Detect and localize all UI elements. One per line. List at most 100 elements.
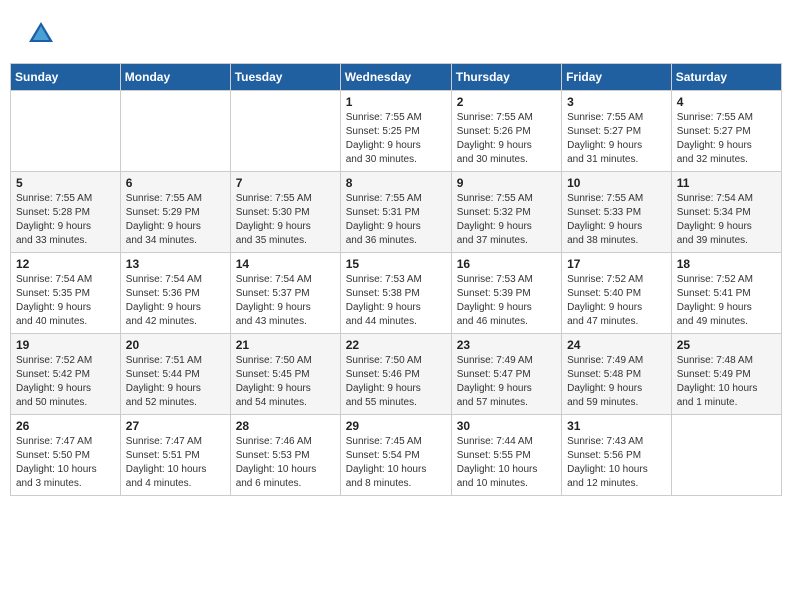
day-number: 6 (126, 176, 225, 190)
day-info: Sunrise: 7:52 AM Sunset: 5:40 PM Dayligh… (567, 273, 666, 329)
day-number: 12 (16, 257, 115, 271)
calendar-day-17: 17 Sunrise: 7:52 AM Sunset: 5:40 PM Dayli… (562, 253, 672, 334)
day-number: 5 (16, 176, 115, 190)
calendar-day-9: 9Sunrise: 7:55 AM Sunset: 5:32 PM Daylig… (451, 172, 561, 253)
calendar-day-10: 10 Sunrise: 7:55 AM Sunset: 5:33 PM Dayli… (562, 172, 672, 253)
day-header-friday: Friday (562, 64, 672, 91)
calendar-table: SundayMondayTuesdayWednesdayThursdayFrid… (10, 63, 782, 496)
day-number: 31 (567, 419, 666, 433)
day-info: Sunrise: 7:45 AM Sunset: 5:54 PM Dayligh… (346, 435, 446, 491)
calendar-day-26: 26 Sunrise: 7:47 AM Sunset: 5:50 PM Dayli… (11, 415, 121, 496)
day-header-thursday: Thursday (451, 64, 561, 91)
day-number: 11 (677, 176, 776, 190)
day-info: Sunrise: 7:49 AM Sunset: 5:47 PM Dayligh… (457, 354, 556, 410)
day-info: Sunrise: 7:51 AM Sunset: 5:44 PM Dayligh… (126, 354, 225, 410)
logo-icon (27, 20, 55, 48)
day-number: 2 (457, 95, 556, 109)
calendar-day-21: 21 Sunrise: 7:50 AM Sunset: 5:45 PM Dayli… (230, 334, 340, 415)
day-info: Sunrise: 7:44 AM Sunset: 5:55 PM Dayligh… (457, 435, 556, 491)
day-header-tuesday: Tuesday (230, 64, 340, 91)
day-number: 25 (677, 338, 776, 352)
day-info: Sunrise: 7:46 AM Sunset: 5:53 PM Dayligh… (236, 435, 335, 491)
day-number: 10 (567, 176, 666, 190)
page-header (10, 10, 782, 58)
day-number: 4 (677, 95, 776, 109)
calendar-day-29: 29 Sunrise: 7:45 AM Sunset: 5:54 PM Dayli… (340, 415, 451, 496)
day-info: Sunrise: 7:55 AM Sunset: 5:25 PM Dayligh… (346, 111, 446, 167)
calendar-day-8: 8Sunrise: 7:55 AM Sunset: 5:31 PM Daylig… (340, 172, 451, 253)
day-number: 21 (236, 338, 335, 352)
day-number: 16 (457, 257, 556, 271)
calendar-day-24: 24Sunrise: 7:49 AM Sunset: 5:48 PM Dayli… (562, 334, 672, 415)
calendar-day-2: 2 Sunrise: 7:55 AM Sunset: 5:26 PM Daylig… (451, 91, 561, 172)
calendar-empty-cell (120, 91, 230, 172)
day-number: 28 (236, 419, 335, 433)
calendar-day-23: 23Sunrise: 7:49 AM Sunset: 5:47 PM Dayli… (451, 334, 561, 415)
day-number: 7 (236, 176, 335, 190)
calendar-day-30: 30 Sunrise: 7:44 AM Sunset: 5:55 PM Dayli… (451, 415, 561, 496)
day-info: Sunrise: 7:54 AM Sunset: 5:34 PM Dayligh… (677, 192, 776, 248)
calendar-day-27: 27Sunrise: 7:47 AM Sunset: 5:51 PM Dayli… (120, 415, 230, 496)
calendar-day-19: 19 Sunrise: 7:52 AM Sunset: 5:42 PM Dayli… (11, 334, 121, 415)
day-info: Sunrise: 7:55 AM Sunset: 5:31 PM Dayligh… (346, 192, 446, 248)
calendar-week-row: 5 Sunrise: 7:55 AM Sunset: 5:28 PM Daylig… (11, 172, 782, 253)
day-number: 29 (346, 419, 446, 433)
calendar-day-1: 1 Sunrise: 7:55 AM Sunset: 5:25 PM Daylig… (340, 91, 451, 172)
day-info: Sunrise: 7:55 AM Sunset: 5:27 PM Dayligh… (677, 111, 776, 167)
calendar-day-7: 7 Sunrise: 7:55 AM Sunset: 5:30 PM Daylig… (230, 172, 340, 253)
day-number: 22 (346, 338, 446, 352)
calendar-day-12: 12 Sunrise: 7:54 AM Sunset: 5:35 PM Dayli… (11, 253, 121, 334)
calendar-day-11: 11 Sunrise: 7:54 AM Sunset: 5:34 PM Dayli… (671, 172, 781, 253)
day-number: 30 (457, 419, 556, 433)
day-header-monday: Monday (120, 64, 230, 91)
day-info: Sunrise: 7:55 AM Sunset: 5:29 PM Dayligh… (126, 192, 225, 248)
calendar-day-22: 22Sunrise: 7:50 AM Sunset: 5:46 PM Dayli… (340, 334, 451, 415)
day-number: 1 (346, 95, 446, 109)
day-info: Sunrise: 7:55 AM Sunset: 5:28 PM Dayligh… (16, 192, 115, 248)
day-number: 9 (457, 176, 556, 190)
day-number: 17 (567, 257, 666, 271)
day-info: Sunrise: 7:50 AM Sunset: 5:45 PM Dayligh… (236, 354, 335, 410)
day-number: 3 (567, 95, 666, 109)
day-number: 20 (126, 338, 225, 352)
calendar-header-row: SundayMondayTuesdayWednesdayThursdayFrid… (11, 64, 782, 91)
calendar-empty-cell (11, 91, 121, 172)
calendar-day-20: 20 Sunrise: 7:51 AM Sunset: 5:44 PM Dayli… (120, 334, 230, 415)
day-header-sunday: Sunday (11, 64, 121, 91)
calendar-day-25: 25 Sunrise: 7:48 AM Sunset: 5:49 PM Dayli… (671, 334, 781, 415)
day-header-saturday: Saturday (671, 64, 781, 91)
calendar-week-row: 12 Sunrise: 7:54 AM Sunset: 5:35 PM Dayli… (11, 253, 782, 334)
calendar-week-row: 1 Sunrise: 7:55 AM Sunset: 5:25 PM Daylig… (11, 91, 782, 172)
day-info: Sunrise: 7:52 AM Sunset: 5:42 PM Dayligh… (16, 354, 115, 410)
calendar-day-4: 4 Sunrise: 7:55 AM Sunset: 5:27 PM Daylig… (671, 91, 781, 172)
calendar-day-3: 3 Sunrise: 7:55 AM Sunset: 5:27 PM Daylig… (562, 91, 672, 172)
calendar-day-16: 16Sunrise: 7:53 AM Sunset: 5:39 PM Dayli… (451, 253, 561, 334)
day-number: 18 (677, 257, 776, 271)
calendar-week-row: 26 Sunrise: 7:47 AM Sunset: 5:50 PM Dayli… (11, 415, 782, 496)
day-info: Sunrise: 7:47 AM Sunset: 5:50 PM Dayligh… (16, 435, 115, 491)
calendar-week-row: 19 Sunrise: 7:52 AM Sunset: 5:42 PM Dayli… (11, 334, 782, 415)
day-info: Sunrise: 7:55 AM Sunset: 5:30 PM Dayligh… (236, 192, 335, 248)
day-info: Sunrise: 7:55 AM Sunset: 5:33 PM Dayligh… (567, 192, 666, 248)
day-info: Sunrise: 7:55 AM Sunset: 5:26 PM Dayligh… (457, 111, 556, 167)
day-info: Sunrise: 7:52 AM Sunset: 5:41 PM Dayligh… (677, 273, 776, 329)
day-number: 19 (16, 338, 115, 352)
day-number: 13 (126, 257, 225, 271)
day-number: 24 (567, 338, 666, 352)
day-info: Sunrise: 7:43 AM Sunset: 5:56 PM Dayligh… (567, 435, 666, 491)
logo (25, 20, 55, 53)
calendar-day-5: 5 Sunrise: 7:55 AM Sunset: 5:28 PM Daylig… (11, 172, 121, 253)
day-info: Sunrise: 7:48 AM Sunset: 5:49 PM Dayligh… (677, 354, 776, 410)
day-info: Sunrise: 7:54 AM Sunset: 5:36 PM Dayligh… (126, 273, 225, 329)
calendar-day-18: 18 Sunrise: 7:52 AM Sunset: 5:41 PM Dayli… (671, 253, 781, 334)
day-number: 26 (16, 419, 115, 433)
calendar-day-14: 14Sunrise: 7:54 AM Sunset: 5:37 PM Dayli… (230, 253, 340, 334)
calendar-day-28: 28 Sunrise: 7:46 AM Sunset: 5:53 PM Dayli… (230, 415, 340, 496)
day-info: Sunrise: 7:47 AM Sunset: 5:51 PM Dayligh… (126, 435, 225, 491)
day-info: Sunrise: 7:53 AM Sunset: 5:38 PM Dayligh… (346, 273, 446, 329)
day-info: Sunrise: 7:54 AM Sunset: 5:35 PM Dayligh… (16, 273, 115, 329)
day-info: Sunrise: 7:55 AM Sunset: 5:27 PM Dayligh… (567, 111, 666, 167)
day-header-wednesday: Wednesday (340, 64, 451, 91)
day-number: 14 (236, 257, 335, 271)
calendar-day-6: 6 Sunrise: 7:55 AM Sunset: 5:29 PM Daylig… (120, 172, 230, 253)
